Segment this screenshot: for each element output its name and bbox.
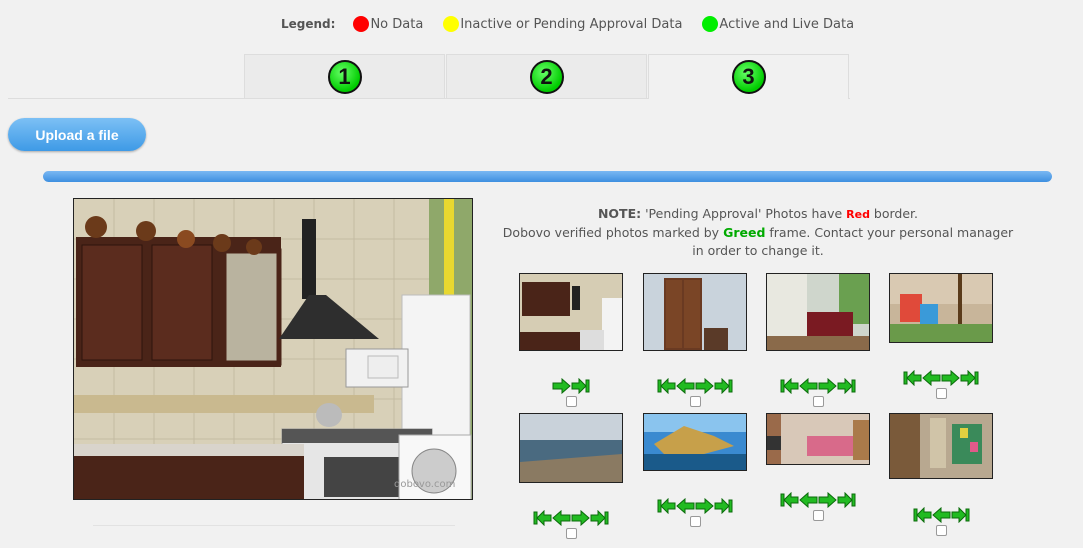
legend-item-pending: Inactive or Pending Approval Data — [443, 16, 682, 32]
red-dot-icon — [353, 16, 370, 32]
photo-select-checkbox[interactable] — [813, 510, 824, 521]
watermark-text: dobovo.com — [394, 479, 455, 490]
arrow-left-icon[interactable] — [799, 377, 818, 395]
reorder-arrows — [766, 377, 870, 395]
green-word: Greed — [723, 225, 766, 240]
arrow-left-icon[interactable] — [676, 497, 695, 515]
upload-progress-bar — [43, 171, 1052, 182]
main-photo-preview: dobovo.com — [73, 198, 473, 500]
legend-text: No Data — [370, 16, 424, 32]
reorder-arrows — [519, 509, 623, 527]
arrow-last-icon[interactable] — [960, 369, 979, 387]
arrow-first-icon[interactable] — [903, 369, 922, 387]
photo-select-checkbox[interactable] — [566, 528, 577, 539]
thumbnail-item — [643, 273, 747, 407]
arrow-first-icon[interactable] — [780, 491, 799, 509]
note-text: Dobovo verified photos marked by — [502, 225, 724, 240]
legend-text: Active and Live Data — [719, 16, 855, 32]
legend-item-no-data: No Data — [353, 16, 423, 32]
preview-divider — [93, 525, 455, 526]
thumbnail-photo[interactable] — [643, 413, 747, 471]
step-badge: 3 — [731, 60, 766, 94]
arrow-first-icon[interactable] — [657, 377, 676, 395]
arrow-first-icon[interactable] — [913, 506, 932, 524]
arrow-right-icon[interactable] — [571, 509, 590, 527]
legend-text: Inactive or Pending Approval Data — [460, 16, 683, 32]
kitchen-photo: dobovo.com — [74, 199, 472, 499]
photo-select-checkbox[interactable] — [936, 525, 947, 536]
reorder-arrows — [643, 497, 747, 515]
thumbnail-item — [519, 413, 623, 539]
thumbnail-photo[interactable] — [519, 273, 623, 351]
thumbnail-photo[interactable] — [519, 413, 623, 483]
photo-note: NOTE: 'Pending Approval' Photos have Red… — [500, 205, 1016, 260]
tab-step-1[interactable]: 1 — [244, 54, 445, 98]
arrow-last-icon[interactable] — [837, 377, 856, 395]
thumbnail-item — [766, 273, 870, 407]
step-tabs: 1 2 3 — [244, 54, 850, 99]
arrow-last-icon[interactable] — [714, 377, 733, 395]
reorder-arrows — [889, 506, 993, 524]
arrow-right-icon[interactable] — [552, 377, 571, 395]
note-text: border. — [869, 206, 919, 221]
reorder-arrows — [519, 377, 623, 395]
arrow-first-icon[interactable] — [780, 377, 799, 395]
legend: Legend: No Data Inactive or Pending Appr… — [281, 16, 874, 32]
arrow-left-icon[interactable] — [552, 509, 571, 527]
arrow-first-icon[interactable] — [533, 509, 552, 527]
arrow-right-icon[interactable] — [941, 369, 960, 387]
thumbnail-photo[interactable] — [643, 273, 747, 351]
photo-select-checkbox[interactable] — [813, 396, 824, 407]
thumbnail-photo[interactable] — [766, 273, 870, 351]
arrow-last-icon[interactable] — [590, 509, 609, 527]
arrow-last-icon[interactable] — [571, 377, 590, 395]
arrow-last-icon[interactable] — [951, 506, 970, 524]
thumbnail-photo[interactable] — [889, 413, 993, 479]
thumbnail-item — [889, 413, 993, 536]
arrow-right-icon[interactable] — [818, 491, 837, 509]
legend-item-active: Active and Live Data — [702, 16, 854, 32]
thumbnail-photo[interactable] — [889, 273, 993, 343]
step-badge: 2 — [529, 59, 564, 94]
arrow-last-icon[interactable] — [714, 497, 733, 515]
upload-file-button[interactable]: Upload a file — [8, 118, 146, 151]
arrow-right-icon[interactable] — [695, 497, 714, 515]
tab-step-2[interactable]: 2 — [446, 54, 647, 98]
arrow-left-icon[interactable] — [922, 369, 941, 387]
arrow-first-icon[interactable] — [657, 497, 676, 515]
arrow-last-icon[interactable] — [837, 491, 856, 509]
arrow-left-icon[interactable] — [931, 506, 951, 524]
arrow-left-icon[interactable] — [799, 491, 818, 509]
arrow-right-icon[interactable] — [818, 377, 837, 395]
red-word: Red — [846, 208, 870, 221]
photo-select-checkbox[interactable] — [566, 396, 577, 407]
green-dot-icon — [702, 16, 719, 32]
photo-select-checkbox[interactable] — [936, 388, 947, 399]
thumbnail-photo[interactable] — [766, 413, 870, 465]
arrow-right-icon[interactable] — [695, 377, 714, 395]
thumbnail-item — [889, 273, 993, 399]
step-badge: 1 — [327, 59, 362, 94]
legend-label: Legend: — [281, 17, 336, 31]
note-text: 'Pending Approval' Photos have — [641, 206, 847, 221]
reorder-arrows — [889, 369, 993, 387]
photo-select-checkbox[interactable] — [690, 516, 701, 527]
note-prefix: NOTE: — [597, 206, 642, 221]
reorder-arrows — [766, 491, 870, 509]
thumbnail-item — [643, 413, 747, 527]
progress-fill — [43, 171, 1052, 182]
tab-step-3[interactable]: 3 — [648, 54, 849, 99]
photo-select-checkbox[interactable] — [690, 396, 701, 407]
yellow-dot-icon — [443, 16, 460, 32]
arrow-left-icon[interactable] — [676, 377, 695, 395]
thumbnail-item — [519, 273, 623, 407]
reorder-arrows — [643, 377, 747, 395]
thumbnail-item — [766, 413, 870, 521]
